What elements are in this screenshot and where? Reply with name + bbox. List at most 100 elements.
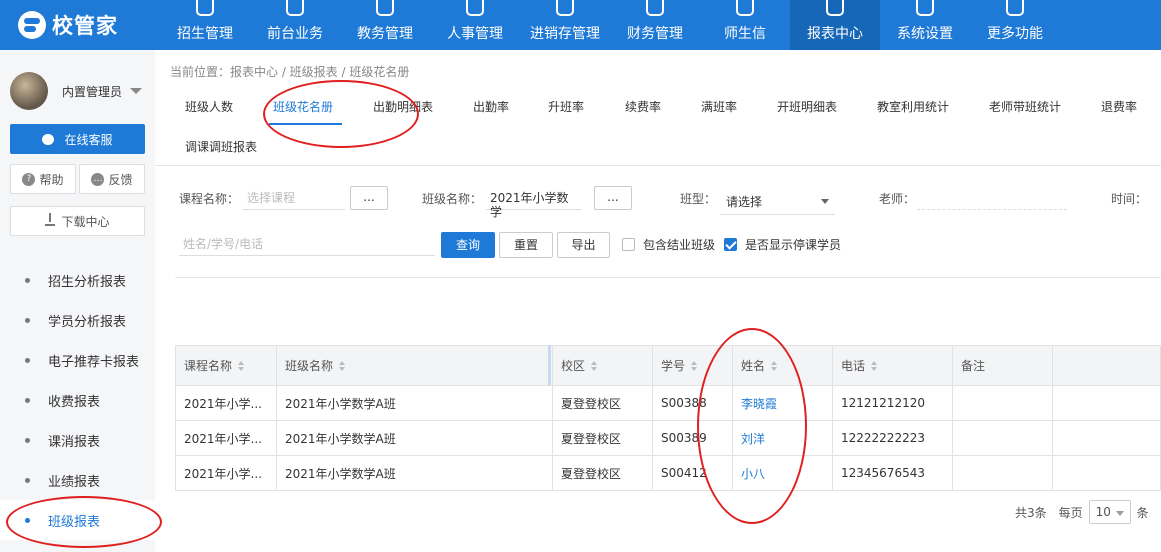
sidebar-item-label: 学员分析报表	[48, 314, 127, 330]
cell-campus: 夏登登校区	[553, 386, 653, 420]
class-name-label: 班级名称：	[422, 192, 483, 206]
class-name-input[interactable]: 2021年小学数学	[486, 186, 581, 219]
nav-label: 师生信	[724, 26, 766, 42]
tab-class-transfer[interactable]: 调课调班报表	[185, 138, 257, 155]
nav-item-inventory[interactable]: 进销存管理	[520, 0, 610, 50]
table-row[interactable]: 2021年小学... 2021年小学数学A班 夏登登校区 S00389 刘洋 1…	[176, 421, 1161, 456]
checkbox-checked-icon	[724, 238, 737, 251]
avatar	[10, 72, 48, 110]
feedback-label: 反馈	[108, 172, 133, 187]
sidebar-item-referral-card[interactable]: 电子推荐卡报表	[0, 340, 155, 380]
nav-item-messages[interactable]: 师生信	[700, 0, 790, 50]
nav-item-front-desk[interactable]: 前台业务	[250, 0, 340, 50]
column-header-class[interactable]: 班级名称	[277, 346, 553, 385]
cell-filler	[1053, 421, 1161, 455]
cell-remark	[953, 386, 1053, 420]
nav-item-settings[interactable]: 系统设置	[880, 0, 970, 50]
cell-course: 2021年小学...	[176, 456, 277, 490]
sidebar-item-fee[interactable]: 收费报表	[0, 380, 155, 420]
sidebar-item-label: 招生分析报表	[48, 274, 127, 290]
sort-icon[interactable]	[339, 360, 346, 371]
nav-item-more[interactable]: 更多功能	[970, 0, 1060, 50]
column-header-course[interactable]: 课程名称	[176, 346, 277, 385]
column-header-filler	[1053, 346, 1161, 385]
annotation-circle-tab	[263, 80, 419, 148]
header-label: 校区	[561, 359, 586, 373]
sort-icon[interactable]	[591, 360, 598, 371]
bullet-icon	[25, 317, 30, 323]
page-size-select[interactable]: 10	[1088, 500, 1131, 524]
include-finished-checkbox[interactable]: 包含结业班级	[622, 236, 715, 253]
column-resize-handle[interactable]	[548, 345, 551, 385]
download-center-button[interactable]: 下载中心	[10, 206, 145, 236]
per-page-label: 每页	[1058, 505, 1083, 520]
nav-item-hr[interactable]: 人事管理	[430, 0, 520, 50]
sidebar-item-enrollment-analysis[interactable]: 招生分析报表	[0, 260, 155, 300]
class-picker-button[interactable]: ...	[594, 186, 632, 210]
online-service-label: 在线客服	[64, 132, 113, 147]
show-paused-checkbox[interactable]: 是否显示停课学员	[724, 236, 841, 253]
column-header-campus[interactable]: 校区	[553, 346, 653, 385]
sidebar-item-label: 课消报表	[48, 434, 101, 450]
bullet-icon	[25, 357, 30, 363]
bullet-icon	[25, 477, 30, 483]
tab-promotion-rate[interactable]: 升班率	[548, 98, 584, 115]
header-label: 班级名称	[285, 359, 334, 373]
document-icon	[286, 0, 304, 16]
tab-renewal-rate[interactable]: 续费率	[625, 98, 661, 115]
tab-class-opening-detail[interactable]: 开班明细表	[777, 98, 837, 115]
search-input[interactable]: 姓名/学号/电话	[179, 232, 435, 256]
sidebar-item-performance[interactable]: 业绩报表	[0, 460, 155, 500]
nav-item-enrollment[interactable]: 招生管理	[160, 0, 250, 50]
table-row[interactable]: 2021年小学... 2021年小学数学A班 夏登登校区 S00388 李晓霞 …	[176, 386, 1161, 421]
bullet-icon	[25, 397, 30, 403]
chat-icon	[736, 0, 754, 16]
help-button[interactable]: ? 帮助	[10, 164, 76, 194]
table-row[interactable]: 2021年小学... 2021年小学数学A班 夏登登校区 S00412 小八 1…	[176, 456, 1161, 491]
yen-shield-icon	[646, 0, 664, 16]
class-type-select[interactable]: 请选择	[720, 187, 835, 215]
download-label: 下载中心	[61, 214, 110, 229]
course-picker-button[interactable]: ...	[350, 186, 388, 210]
page-size-value: 10	[1095, 505, 1111, 519]
checkbox-box	[622, 238, 635, 251]
sidebar-item-lesson-consumption[interactable]: 课消报表	[0, 420, 155, 460]
tab-refund-rate[interactable]: 退费率	[1101, 98, 1137, 115]
tab-classroom-usage[interactable]: 教室利用统计	[877, 98, 949, 115]
online-service-button[interactable]: 在线客服	[10, 124, 145, 154]
user-menu[interactable]: 内置管理员	[10, 72, 143, 110]
cell-phone: 12222222223	[833, 421, 953, 455]
tab-full-class-rate[interactable]: 满班率	[701, 98, 737, 115]
cell-campus: 夏登登校区	[553, 421, 653, 455]
divider	[175, 277, 1161, 278]
brand-logo[interactable]: 校管家	[18, 8, 118, 42]
total-count: 共3条	[1015, 505, 1047, 520]
nav-item-reports[interactable]: 报表中心	[790, 0, 880, 50]
logo-icon	[18, 11, 46, 39]
tab-class-count[interactable]: 班级人数	[185, 98, 233, 115]
nav-item-academic[interactable]: 教务管理	[340, 0, 430, 50]
column-header-phone[interactable]: 电话	[833, 346, 953, 385]
column-header-remark: 备注	[953, 346, 1053, 385]
query-button[interactable]: 查询	[441, 232, 495, 258]
cell-campus: 夏登登校区	[553, 456, 653, 490]
sort-icon[interactable]	[238, 360, 245, 371]
course-name-input[interactable]: 选择课程	[243, 186, 345, 210]
tab-attendance-rate[interactable]: 出勤率	[473, 98, 509, 115]
cell-class: 2021年小学数学A班	[277, 456, 553, 490]
cell-phone: 12345676543	[833, 456, 953, 490]
feedback-button[interactable]: … 反馈	[79, 164, 145, 194]
cell-remark	[953, 421, 1053, 455]
nav-item-finance[interactable]: 财务管理	[610, 0, 700, 50]
sidebar-item-student-analysis[interactable]: 学员分析报表	[0, 300, 155, 340]
tab-teacher-class-stats[interactable]: 老师带班统计	[989, 98, 1061, 115]
gear-icon	[916, 0, 934, 16]
sidebar-item-label: 业绩报表	[48, 474, 101, 490]
export-button[interactable]: 导出	[557, 232, 610, 258]
sort-icon[interactable]	[871, 360, 878, 371]
teacher-input[interactable]	[917, 186, 1067, 210]
bullet-icon	[25, 277, 30, 283]
header-label: 电话	[841, 359, 866, 373]
sort-icon[interactable]	[691, 360, 698, 371]
reset-button[interactable]: 重置	[499, 232, 553, 258]
